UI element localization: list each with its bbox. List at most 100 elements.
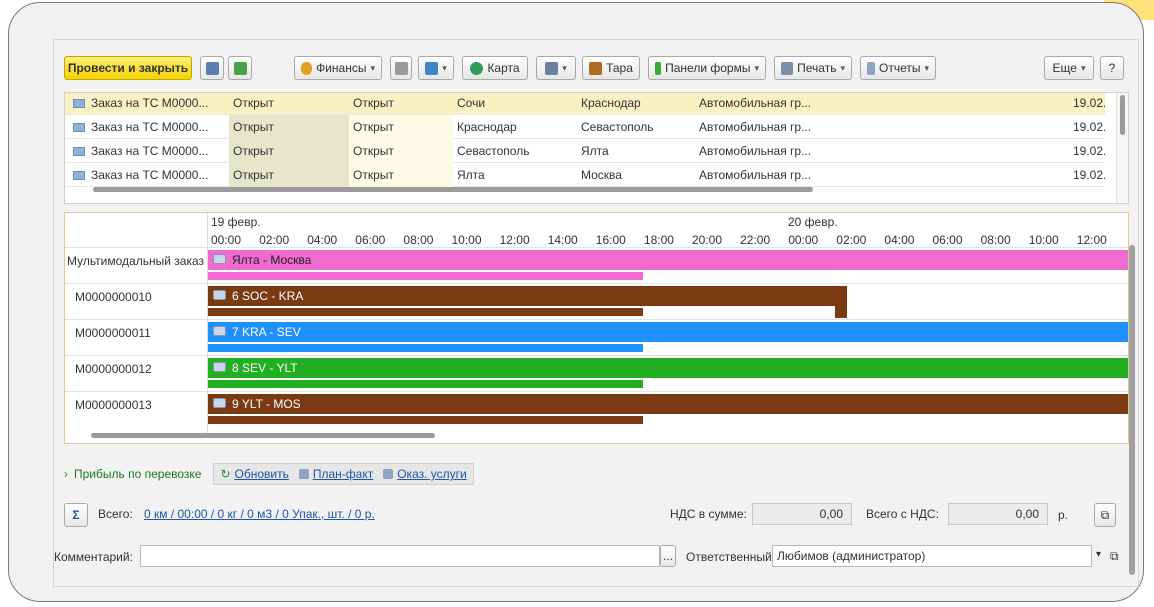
- gantt-bar[interactable]: 8 SEV - YLT: [208, 358, 1128, 378]
- total-vat-field: 0,00: [948, 503, 1048, 525]
- cell-text: Ялта: [457, 168, 485, 182]
- list-icon: [394, 61, 408, 75]
- map-button[interactable]: Карта: [462, 56, 528, 80]
- gantt-time-label: 12:00: [499, 233, 530, 247]
- table-cell-status2: Открыт: [349, 139, 453, 163]
- responsible-field[interactable]: Любимов (администратор): [772, 545, 1092, 567]
- gantt-bar[interactable]: 6 SOC - KRA: [208, 286, 835, 306]
- open-button[interactable]: ⧉: [1094, 503, 1116, 527]
- help-button[interactable]: ?: [1100, 56, 1124, 80]
- table-row[interactable]: Заказ на ТС М0000... Открыт Открыт Севастоп…: [65, 139, 1105, 163]
- open-icon[interactable]: ⧉: [1110, 549, 1119, 564]
- cell-text: Заказ на ТС М0000...: [91, 144, 209, 158]
- gantt-subbar[interactable]: [208, 416, 643, 424]
- cell-text: Открыт: [233, 144, 274, 158]
- gantt-time-label: 02:00: [259, 233, 290, 247]
- truck-icon: [213, 326, 226, 336]
- cell-text: Автомобильная гр...: [699, 144, 812, 158]
- table-cell-status1: Открыт: [229, 139, 349, 163]
- save-button[interactable]: [200, 56, 224, 80]
- post-and-close-button[interactable]: Провести и закрыть: [64, 56, 192, 80]
- structure-icon: [425, 61, 439, 75]
- gantt-bar[interactable]: Ялта - Москва: [208, 250, 1128, 270]
- profit-link[interactable]: Прибыль по перевозке: [74, 467, 201, 481]
- gantt-row-label: М0000000012: [75, 362, 152, 376]
- gantt-time-label: 14:00: [547, 233, 578, 247]
- reports-button[interactable]: Отчеты ▾: [860, 56, 936, 80]
- table-cell-status1: Открыт: [229, 115, 349, 139]
- tara-button[interactable]: Тара: [582, 56, 640, 80]
- currency-label: р.: [1058, 508, 1069, 522]
- scroll-thumb[interactable]: [1129, 245, 1135, 575]
- gantt-subbar[interactable]: [208, 272, 643, 280]
- cell-text: 19.02.2(: [1073, 96, 1105, 110]
- truck-icon: [213, 254, 226, 264]
- cell-text: Открыт: [233, 120, 274, 134]
- comment-select-button[interactable]: ...: [660, 545, 676, 567]
- orders-horizontal-scrollbar[interactable]: [75, 185, 1105, 193]
- printer-icon: [781, 61, 794, 75]
- vat-field: 0,00: [752, 503, 852, 525]
- order-icon: [73, 99, 85, 109]
- comment-input[interactable]: [140, 545, 660, 567]
- table-row[interactable]: Заказ на ТС М0000... Открыт Открыт Краснода…: [65, 115, 1105, 139]
- gantt-bar-label: 8 SEV - YLT: [232, 361, 298, 375]
- box-icon: [589, 61, 603, 75]
- cell-text: Краснодар: [581, 96, 641, 110]
- scroll-thumb[interactable]: [93, 187, 813, 192]
- gantt-time-label: 16:00: [595, 233, 626, 247]
- cell-text: Открыт: [353, 144, 394, 158]
- chevron-down-icon[interactable]: ▾: [1096, 549, 1101, 560]
- table-row[interactable]: Заказ на ТС М0000... Открыт Открыт Ялта Моск…: [65, 163, 1105, 187]
- gantt-subbar[interactable]: [208, 380, 643, 388]
- refresh-icon: ↻: [220, 467, 231, 481]
- gantt-subbar[interactable]: [208, 344, 643, 352]
- users-button[interactable]: ▾: [536, 56, 576, 80]
- table-cell-to: Ялта: [577, 139, 695, 163]
- gantt-time-label: 06:00: [932, 233, 963, 247]
- scroll-thumb[interactable]: [91, 433, 435, 438]
- table-cell-to: Краснодар: [577, 93, 695, 115]
- plan-fact-link[interactable]: План-факт: [313, 467, 373, 481]
- table-row[interactable]: Заказ на ТС М0000... Открыт Открыт Сочи Крас…: [65, 93, 1105, 115]
- refresh-link[interactable]: Обновить: [235, 467, 289, 481]
- gantt-bar[interactable]: 7 KRA - SEV: [208, 322, 1128, 342]
- total-value-link[interactable]: 0 км / 00:00 / 0 кг / 0 м3 / 0 Упак., шт…: [144, 507, 375, 521]
- post-button[interactable]: [228, 56, 252, 80]
- gantt-horizontal-scrollbar[interactable]: [75, 431, 1115, 439]
- table-cell-type: Автомобильная гр...: [695, 93, 1055, 115]
- expand-icon[interactable]: ›: [64, 467, 68, 481]
- cell-text: Открыт: [353, 96, 394, 110]
- gantt-bar-label: 9 YLT - MOS: [232, 397, 301, 411]
- list-button[interactable]: [390, 56, 412, 80]
- more-button[interactable]: Еще ▾: [1044, 56, 1094, 80]
- gantt-date-1: 19 февр.: [211, 215, 261, 229]
- cell-text: 19.02.2(: [1073, 120, 1105, 134]
- gantt-time-label: 10:00: [451, 233, 482, 247]
- chevron-down-icon: ▾: [840, 62, 845, 73]
- cell-text: Заказ на ТС М0000...: [91, 96, 209, 110]
- structure-button[interactable]: ▾: [418, 56, 454, 80]
- order-icon: [73, 171, 85, 181]
- sigma-button[interactable]: Σ: [64, 503, 88, 527]
- gantt-chart: 19 февр. 20 февр. 00:00 02:00 04:00 06:00 08…: [64, 212, 1129, 444]
- table-cell-type: Автомобильная гр...: [695, 163, 1055, 187]
- cell-text: Открыт: [233, 96, 274, 110]
- form-area: Провести и закрыть Финансы ▾ ▾ Карта ▾ Т…: [53, 39, 1139, 587]
- print-button[interactable]: Печать ▾: [774, 56, 852, 80]
- chevron-down-icon: ▾: [754, 62, 759, 73]
- finance-button[interactable]: Финансы ▾: [294, 56, 382, 80]
- scroll-thumb[interactable]: [1120, 95, 1125, 135]
- finance-label: Финансы: [316, 61, 367, 75]
- gantt-bar-tail[interactable]: [835, 286, 847, 318]
- cell-text: Автомобильная гр...: [699, 120, 812, 134]
- table-cell-name: Заказ на ТС М0000...: [69, 163, 219, 187]
- form-vertical-scrollbar[interactable]: [1126, 95, 1136, 575]
- gantt-bar[interactable]: 9 YLT - MOS: [208, 394, 1128, 414]
- services-link[interactable]: Оказ. услуги: [397, 467, 467, 481]
- form-panels-button[interactable]: Панели формы ▾: [648, 56, 766, 80]
- gantt-row-label: М0000000013: [75, 398, 152, 412]
- gantt-subbar[interactable]: [208, 308, 643, 316]
- open-icon: ⧉: [1100, 507, 1110, 522]
- gantt-time-label: 00:00: [788, 233, 819, 247]
